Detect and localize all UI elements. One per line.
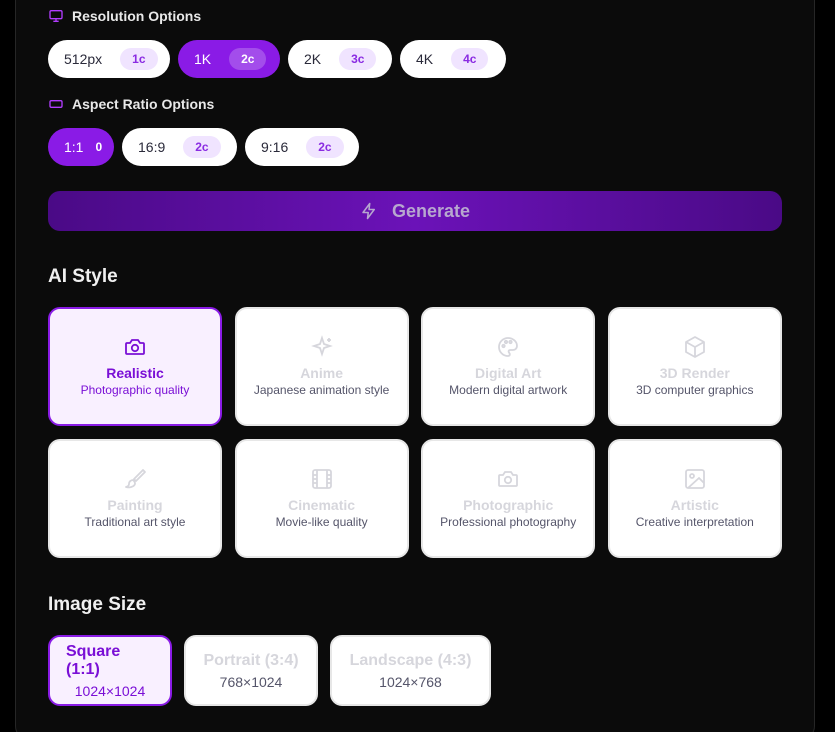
ai-style-grid: Realistic Photographic quality Anime Jap… [48,307,782,558]
style-title: Anime [300,365,343,381]
aspect-label: 1:1 [64,139,84,155]
size-dims: 1024×1024 [74,682,146,699]
size-dims: 1024×768 [379,673,442,690]
aspect-16-9-button[interactable]: 16:9 2c [122,128,237,166]
style-title: Artistic [670,497,719,513]
style-card-anime[interactable]: Anime Japanese animation style [234,307,409,426]
aspect-ratio-pill-row: 1:1 0 16:9 2c 9:16 2c [48,128,359,166]
style-desc: 3D computer graphics [636,383,754,397]
image-icon [684,469,705,489]
cost-badge: 1c [120,48,158,70]
resolution-1k-button[interactable]: 1K 2c [178,40,280,78]
style-desc: Professional photography [440,515,577,529]
resolution-4k-button[interactable]: 4K 4c [400,40,506,78]
style-card-cinematic[interactable]: Cinematic Movie-like quality [234,439,409,558]
style-card-photographic[interactable]: Photographic Professional photography [421,439,596,558]
style-card-painting[interactable]: Painting Traditional art style [48,439,222,558]
image-size-heading: Image Size [48,594,147,615]
style-desc: Japanese animation style [253,383,390,397]
style-title: 3D Render [659,365,730,381]
cost-badge: 0 [95,140,103,154]
resolution-2k-button[interactable]: 2K 3c [288,40,392,78]
resolution-512px-button[interactable]: 512px 1c [48,40,170,78]
style-desc: Movie-like quality [275,515,368,529]
style-title: Painting [107,497,163,513]
size-title: Portrait (3:4) [203,651,299,669]
rectangle-icon [49,100,63,108]
camera-icon [125,339,145,355]
style-title: Digital Art [475,365,542,381]
generate-label: Generate [391,200,471,221]
image-size-row: Square (1:1) 1024×1024 Portrait (3:4) 76… [48,635,491,706]
style-title: Cinematic [288,497,356,513]
cost-badge: 4c [451,48,489,70]
generate-button[interactable]: Generate [48,191,782,231]
resolution-label: 2K [304,51,322,67]
monitor-icon [49,10,63,22]
style-desc: Traditional art style [84,515,186,529]
aspect-ratio-options-label: Aspect Ratio Options [48,96,214,112]
resolution-label: 1K [194,51,212,67]
aspect-label: 16:9 [138,139,166,155]
style-title: Realistic [106,365,164,381]
size-dims: 768×1024 [219,673,283,690]
style-desc: Photographic quality [80,383,190,397]
style-title: Photographic [463,497,554,513]
aspect-9-16-button[interactable]: 9:16 2c [245,128,359,166]
size-title: Landscape (4:3) [349,651,472,669]
resolution-options-label: Resolution Options [48,8,201,24]
aspect-label: 9:16 [261,139,289,155]
style-desc: Creative interpretation [635,515,754,529]
sparkles-icon [310,335,333,357]
size-square-button[interactable]: Square (1:1) 1024×1024 [48,635,172,706]
resolution-label: 512px [64,51,103,67]
cost-badge: 2c [306,136,344,158]
size-title: Square (1:1) [66,642,121,678]
cost-badge: 2c [229,48,267,70]
style-card-artistic[interactable]: Artistic Creative interpretation [607,439,782,558]
aspect-1-1-button[interactable]: 1:1 0 [48,128,114,166]
cube-icon [684,336,705,358]
camera-icon [498,471,519,487]
style-card-3d-render[interactable]: 3D Render 3D computer graphics [607,307,782,426]
resolution-pill-row: 512px 1c 1K 2c 2K 3c 4K 4c [48,40,506,78]
film-icon [311,469,332,489]
palette-icon [498,337,519,357]
style-card-digital-art[interactable]: Digital Art Modern digital artwork [421,307,596,426]
ai-style-heading: AI Style [48,266,118,287]
size-landscape-button[interactable]: Landscape (4:3) 1024×768 [330,635,491,706]
cost-badge: 3c [339,48,377,70]
brush-icon [125,469,146,489]
resolution-label: 4K [416,51,434,67]
style-card-realistic[interactable]: Realistic Photographic quality [48,307,222,426]
resolution-options-text: Resolution Options [72,8,202,24]
lightning-icon [362,202,375,220]
cost-badge: 2c [183,136,221,158]
size-portrait-button[interactable]: Portrait (3:4) 768×1024 [184,635,318,706]
aspect-ratio-options-text: Aspect Ratio Options [72,96,215,112]
style-desc: Modern digital artwork [449,383,568,397]
